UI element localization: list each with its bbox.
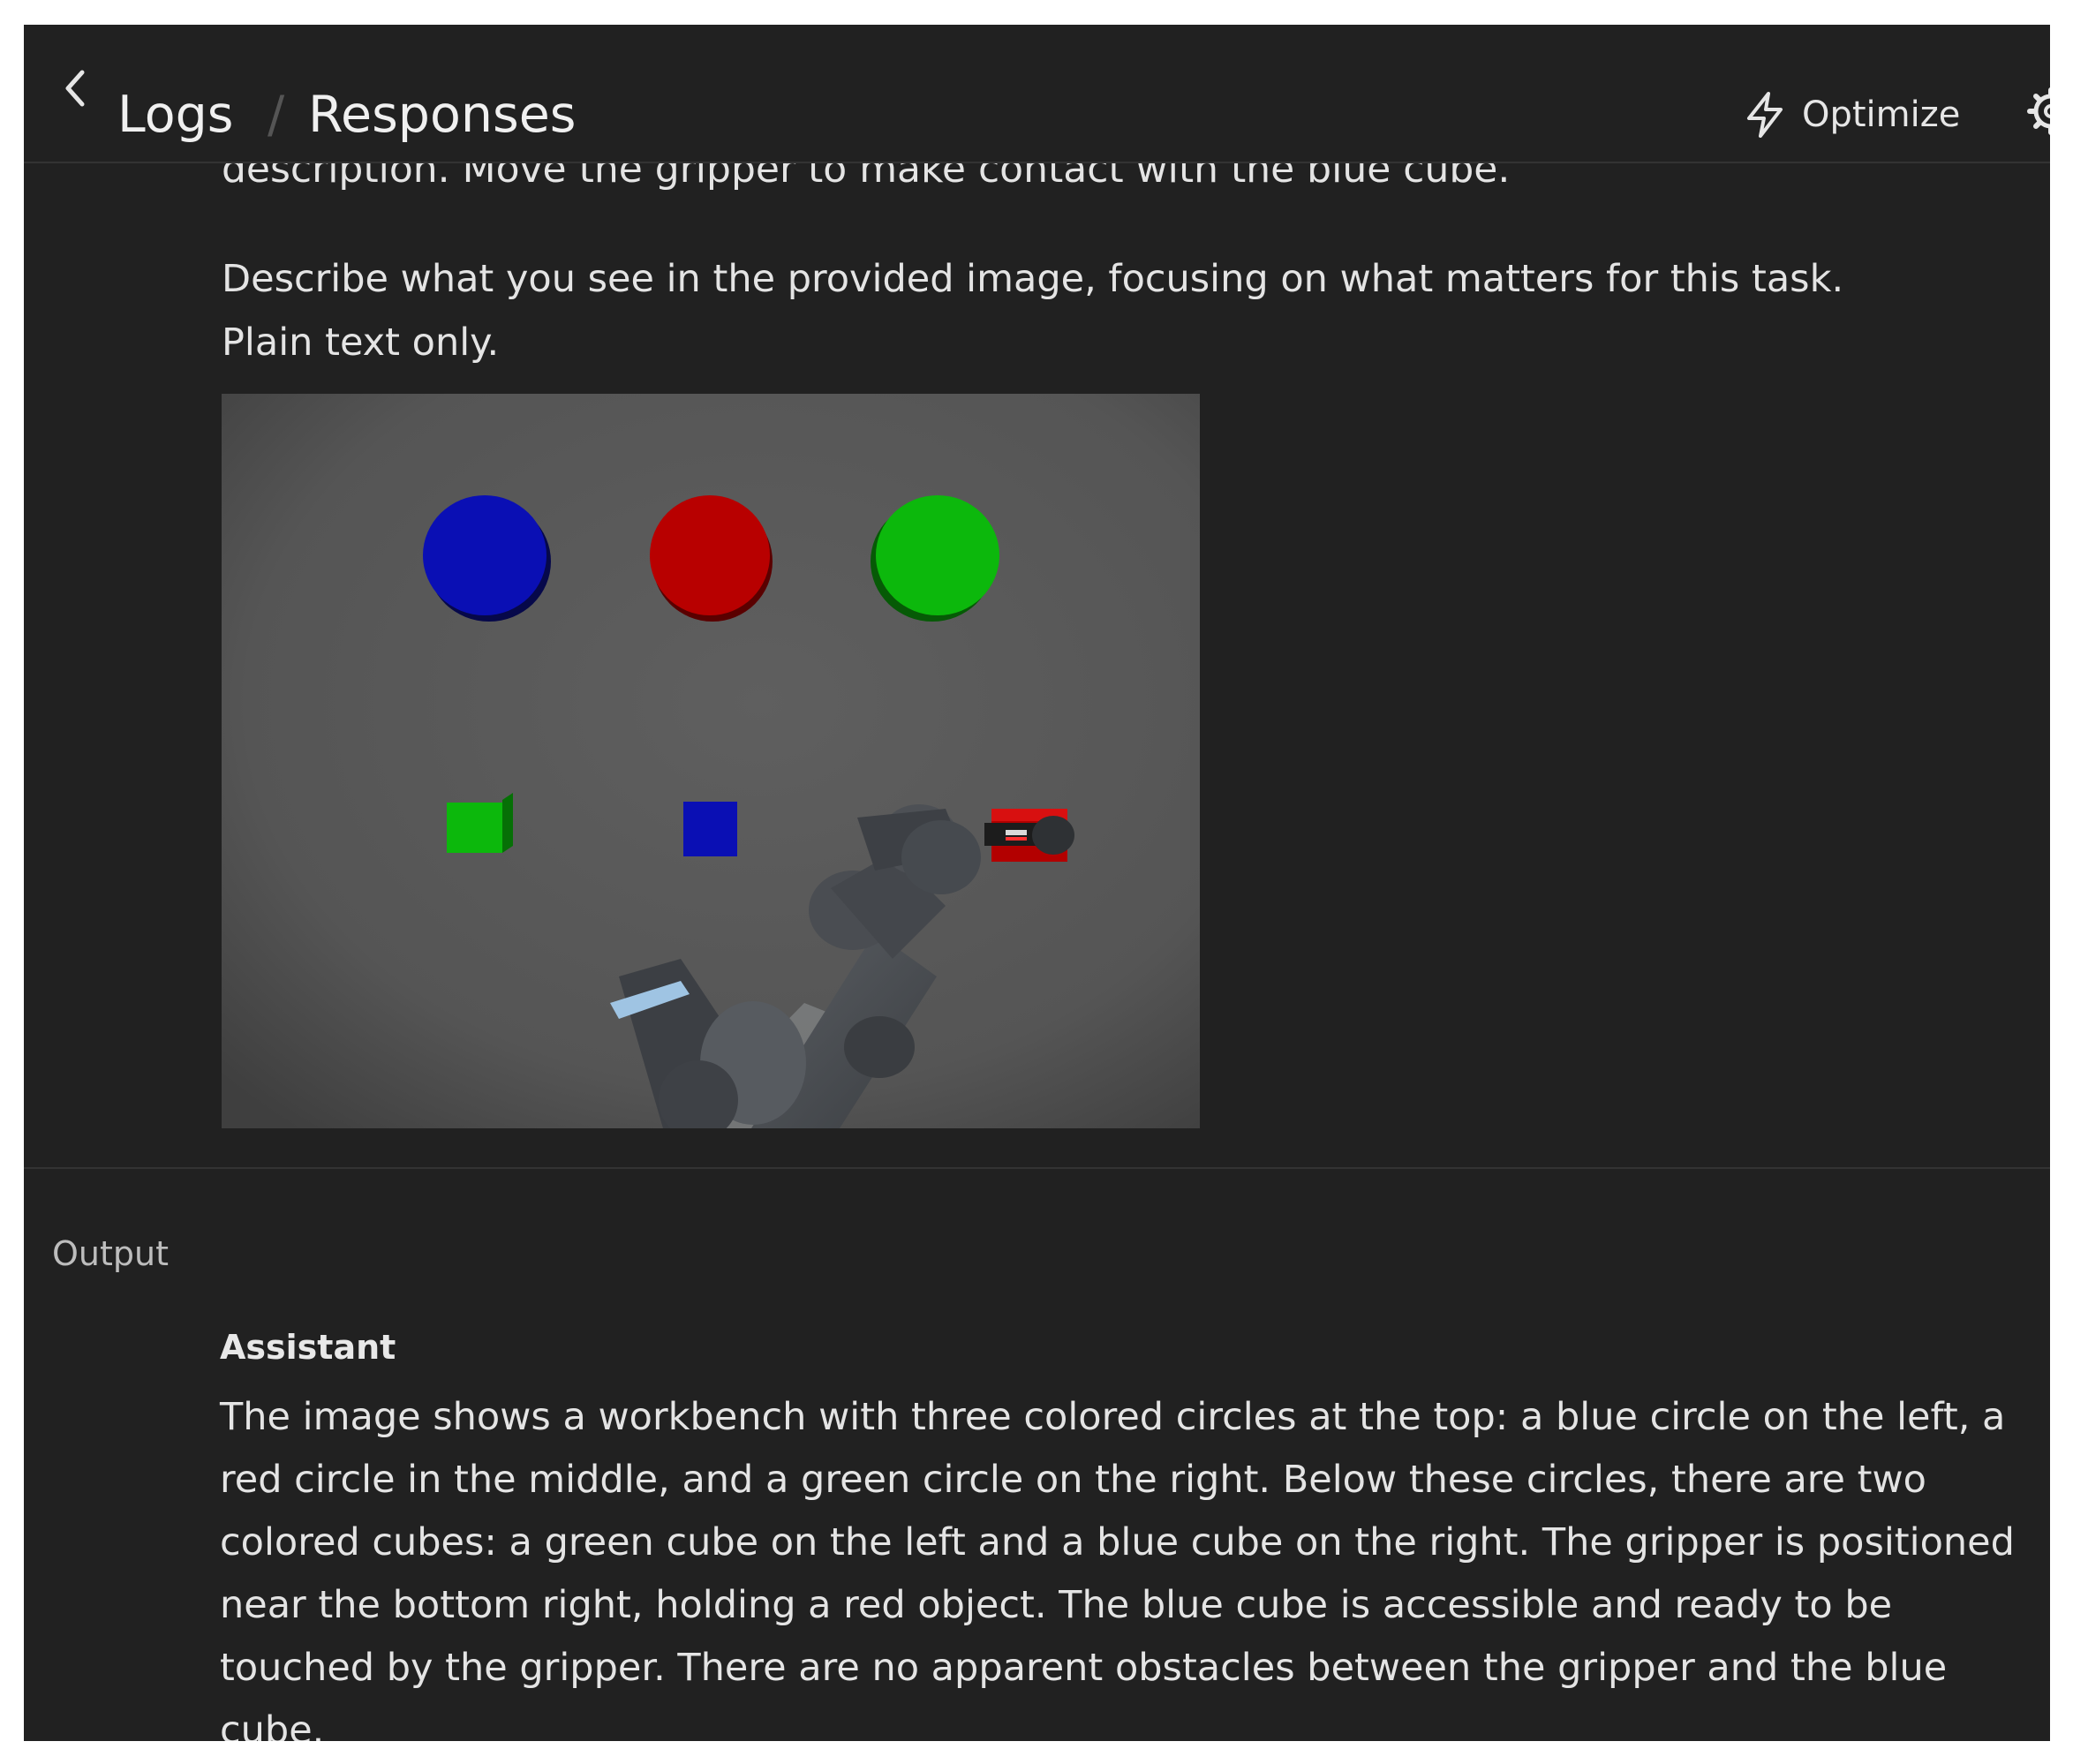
gripper-with-red-object (984, 809, 1074, 862)
breadcrumb-logs[interactable]: Logs (117, 83, 234, 147)
output-section-label: Output (52, 1234, 169, 1273)
assistant-role-label: Assistant (220, 1328, 396, 1367)
top-bar: Logs / Responses Optimize (24, 25, 2050, 163)
section-divider (24, 1167, 2050, 1169)
lightning-icon (1747, 92, 1783, 138)
optimize-label: Optimize (1802, 94, 1961, 135)
assistant-message: The image shows a workbench with three c… (220, 1395, 2015, 1741)
breadcrumb-separator: / (268, 86, 285, 144)
log-detail-panel: Logs / Responses Optimize description. M… (24, 25, 2050, 1741)
chevron-left-icon[interactable] (57, 64, 93, 113)
breadcrumb-responses: Responses (308, 86, 577, 144)
scene-image (222, 394, 1200, 1128)
optimize-button[interactable]: Optimize (1742, 78, 1960, 152)
gear-icon[interactable] (2024, 85, 2050, 138)
blue-cube (683, 802, 737, 856)
prompt-line-1: Describe what you see in the provided im… (222, 257, 1844, 301)
prompt-line-2: Plain text only. (222, 320, 500, 365)
user-prompt: Describe what you see in the provided im… (222, 247, 1987, 374)
